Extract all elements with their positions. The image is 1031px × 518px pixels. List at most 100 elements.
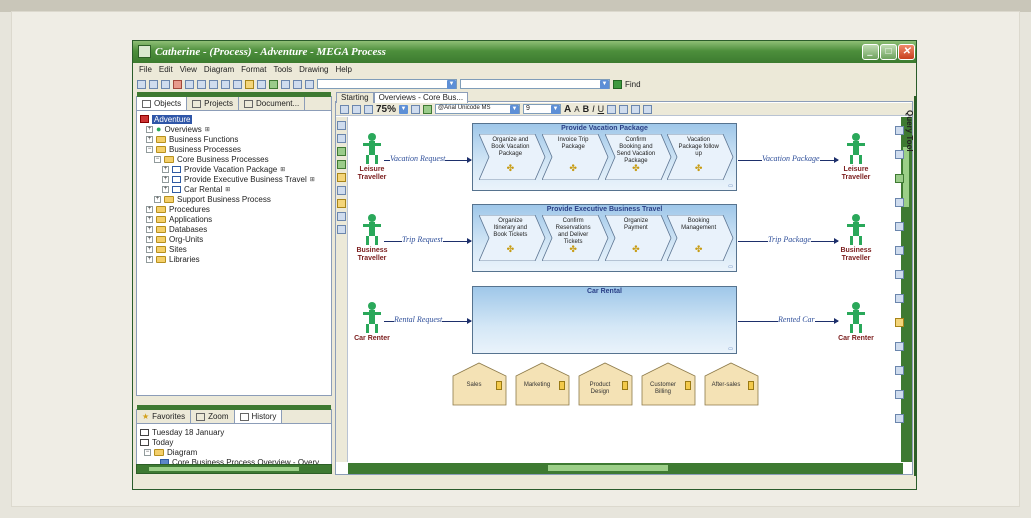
font-select[interactable]: @Arial Unicode MS ▼ <box>435 104 521 114</box>
expand-icon[interactable]: + <box>146 255 153 263</box>
org-unit-marketing[interactable]: Marketing <box>515 362 570 406</box>
tree-item-support-business-process[interactable]: + Support Business Process <box>140 194 328 204</box>
link-tool-icon[interactable] <box>337 134 346 143</box>
step-organize-payment[interactable]: Organize Payment ✤ <box>604 215 671 261</box>
step-confirm-booking[interactable]: Confirm Booking and Send Vacation Packag… <box>604 134 671 180</box>
step-invoice-trip[interactable]: Invoice Trip Package ✤ <box>541 134 609 180</box>
minimize-button[interactable]: _ <box>862 44 879 60</box>
menu-view[interactable]: View <box>180 65 197 74</box>
tree-item-core-business-processes[interactable]: − Core Business Processes <box>140 154 328 164</box>
report-icon[interactable] <box>305 79 314 89</box>
bold-icon[interactable]: B <box>583 104 590 114</box>
history-item-diagram[interactable]: − Diagram <box>140 447 328 457</box>
query-tool-icon-13[interactable] <box>895 414 904 423</box>
query-tool-icon-6[interactable] <box>895 246 904 255</box>
process-provide-executive-business-travel[interactable]: Provide Executive Business Travel Organi… <box>472 204 737 272</box>
align-right-icon[interactable] <box>631 104 641 114</box>
history-item-today[interactable]: Today <box>140 437 328 447</box>
scrollbar-thumb[interactable] <box>548 465 668 471</box>
note-tool-icon[interactable] <box>337 199 346 208</box>
tab-zoom[interactable]: Zoom <box>191 410 235 423</box>
query-tool-icon-10[interactable] <box>895 342 904 351</box>
actor-alt-tool-icon[interactable] <box>337 160 346 169</box>
search-input[interactable]: ▼ <box>460 79 610 89</box>
copy-icon[interactable] <box>185 79 194 89</box>
tree-item-business-functions[interactable]: + Business Functions <box>140 134 328 144</box>
properties-icon[interactable] <box>161 79 170 89</box>
org-unit-customer-billing[interactable]: Customer Billing <box>641 362 696 406</box>
chevron-down-icon[interactable]: ▼ <box>399 104 409 114</box>
menu-file[interactable]: File <box>139 65 152 74</box>
query-tool-icon-11[interactable] <box>895 366 904 375</box>
process-provide-vacation-package[interactable]: Provide Vacation Package Organize and Bo… <box>472 123 737 191</box>
tree-item-overviews[interactable]: + ● Overviews ⊞ <box>140 124 328 134</box>
paste-icon[interactable] <box>197 79 206 89</box>
actor-tool-icon[interactable] <box>337 147 346 156</box>
expand-icon[interactable]: + <box>146 225 153 233</box>
tree-item-procedures[interactable]: + Procedures <box>140 204 328 214</box>
line-tool-icon[interactable] <box>337 212 346 221</box>
tab-history[interactable]: History <box>234 410 283 423</box>
expand-icon[interactable]: + <box>146 215 153 223</box>
org-unit-product-design[interactable]: Product Design <box>578 362 633 406</box>
history-item-date[interactable]: Tuesday 18 January <box>140 427 328 437</box>
zoom-level[interactable]: 75% <box>376 104 396 115</box>
expand-icon[interactable]: + <box>154 195 161 203</box>
query-tool-icon-5[interactable] <box>895 222 904 231</box>
process-car-rental[interactable]: Car Rental ▭ <box>472 286 737 354</box>
actor-leisure-traveller-left[interactable]: Leisure Traveller <box>352 133 392 182</box>
query-icon[interactable] <box>281 79 290 89</box>
object-type-dropdown[interactable]: ▼ <box>317 79 457 89</box>
left-panel-scrollbar[interactable] <box>136 464 332 474</box>
step-organize-itinerary[interactable]: Organize Itinerary and Book Tickets ✤ <box>479 215 546 261</box>
pointer-icon[interactable] <box>340 104 349 114</box>
web-icon[interactable] <box>293 79 302 89</box>
tree-item-provide-executive-business-travel[interactable]: + Provide Executive Business Travel ⊞ <box>140 174 328 184</box>
actor-car-renter-right[interactable]: Car Renter <box>836 302 876 343</box>
query-tool-label[interactable]: Query Tool <box>905 110 914 152</box>
align-center-icon[interactable] <box>619 104 629 114</box>
layout-icon[interactable] <box>423 104 433 114</box>
save-icon[interactable] <box>137 79 146 89</box>
tab-overviews-core[interactable]: Overviews - Core Bus... <box>373 92 469 103</box>
tab-starting[interactable]: Starting <box>336 92 374 103</box>
actor-car-renter-left[interactable]: Car Renter <box>352 302 392 343</box>
query-tool-icon-3[interactable] <box>895 174 904 183</box>
redo-icon[interactable] <box>364 104 373 114</box>
query-tool-icon-4[interactable] <box>895 198 904 207</box>
menu-tools[interactable]: Tools <box>273 65 292 74</box>
tree-item-org-units[interactable]: + Org-Units <box>140 234 328 244</box>
process-tool-icon[interactable] <box>337 186 346 195</box>
tab-favorites[interactable]: ★ Favorites <box>137 410 192 423</box>
tab-documents[interactable]: Document... <box>239 97 306 110</box>
query-tool-icon-1[interactable] <box>895 126 904 135</box>
font-size-select[interactable]: 9 ▼ <box>523 104 562 114</box>
tree-item-car-rental[interactable]: + Car Rental ⊞ <box>140 184 328 194</box>
menu-diagram[interactable]: Diagram <box>204 65 234 74</box>
expand-icon[interactable]: + <box>162 185 169 193</box>
collapse-icon[interactable]: − <box>154 155 161 163</box>
shrink-font-icon[interactable]: A <box>574 105 579 114</box>
expand-icon[interactable]: + <box>146 235 153 243</box>
query-tool-icon-2[interactable] <box>895 150 904 159</box>
close-button[interactable]: ✕ <box>898 44 915 60</box>
find-button[interactable]: Find <box>613 79 641 89</box>
expand-icon[interactable]: + <box>146 125 153 133</box>
menu-edit[interactable]: Edit <box>159 65 173 74</box>
print-icon[interactable] <box>221 79 230 89</box>
open-icon[interactable] <box>149 79 158 89</box>
tree-item-business-processes[interactable]: − Business Processes <box>140 144 328 154</box>
query-tool-icon-7[interactable] <box>895 270 904 279</box>
cut-icon[interactable] <box>209 79 218 89</box>
delete-icon[interactable] <box>173 79 182 89</box>
actor-business-traveller-left[interactable]: Business Traveller <box>352 214 392 263</box>
tab-objects[interactable]: Objects <box>137 97 188 110</box>
tree-item-applications[interactable]: + Applications <box>140 214 328 224</box>
expand-icon[interactable]: + <box>146 245 153 253</box>
line-style-icon[interactable] <box>643 104 653 114</box>
query-tool-icon-8[interactable] <box>895 294 904 303</box>
favorite-star-icon[interactable] <box>245 79 254 89</box>
shape-tool-icon[interactable] <box>337 225 346 234</box>
expand-icon[interactable]: + <box>146 205 153 213</box>
tree-item-sites[interactable]: + Sites <box>140 244 328 254</box>
